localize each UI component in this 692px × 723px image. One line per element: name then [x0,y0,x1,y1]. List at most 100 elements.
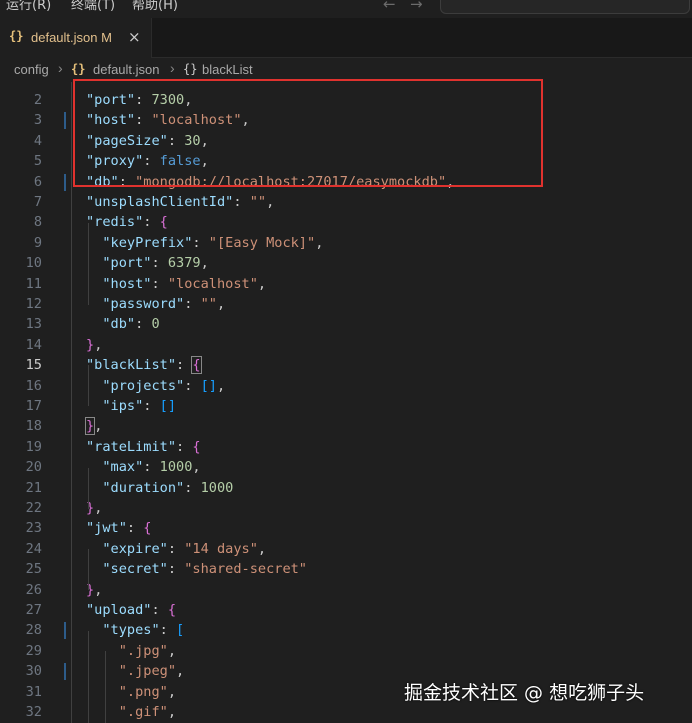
code-line: 28 "types": [ [0,620,692,640]
code-text: "jwt": { [86,520,152,537]
breadcrumb-default-json[interactable]: default.json [93,62,160,77]
indent-guide [88,468,89,509]
line-number: 28 [25,622,42,639]
code-text: "duration": 1000 [102,479,234,496]
tab-default-json[interactable]: {} default.json M × [0,18,152,58]
line-number: 13 [25,316,42,333]
code-line: 13 "db": 0 [0,314,692,334]
json-file-icon: {} [71,62,86,76]
code-line: 17 "ips": [] [0,396,692,416]
code-line: 7 "unsplashClientId": "", [0,192,692,212]
line-number: 11 [25,275,42,292]
code-text: "db": 0 [102,316,160,333]
editor-tab-bar: {} default.json M × [0,18,692,58]
code-line: 29 ".jpg", [0,641,692,661]
json-file-icon: {} [9,29,24,43]
code-text: ".jpeg", [118,663,185,680]
line-number: 17 [25,398,42,414]
code-line: 19 "rateLimit": { [0,437,692,457]
line-number: 19 [25,438,42,455]
line-number: 29 [25,642,42,659]
code-line: 32 ".gif", [0,702,692,722]
code-text: "password": "", [102,296,226,312]
line-number: 14 [25,336,42,353]
indent-guide [88,549,89,590]
code-text: ".jpg", [118,642,177,659]
code-text: ".png", [118,683,177,700]
line-number: 7 [33,194,42,210]
line-number: 26 [25,581,42,598]
menu-run[interactable]: 运行(R) [6,0,51,13]
code-text: "upload": { [86,602,177,618]
modified-line-marker [64,622,66,640]
code-line: 22}, [0,498,692,518]
indent-guide [88,365,89,406]
code-line: 18}, [0,416,692,436]
code-line: 25 "secret": "shared-secret" [0,559,692,579]
line-number: 22 [25,500,42,516]
menu-help[interactable]: 帮助(H) [132,0,178,13]
line-number: 9 [33,234,42,251]
breadcrumb-config[interactable]: config [14,62,49,77]
line-number: 5 [33,153,42,170]
modified-line-marker [64,112,66,130]
code-text: "max": 1000, [102,459,201,476]
line-number: 2 [33,92,42,108]
indent-guide [88,223,89,305]
menu-bar: 运行(R) 终端(T) 帮助(H) ← → [0,0,692,18]
indent-guide [88,631,89,723]
code-text: "redis": { [86,214,168,231]
command-center-search[interactable] [440,0,690,14]
code-line: 10 "port": 6379, [0,253,692,273]
code-line: 8 "redis": { [0,212,692,232]
back-arrow-icon[interactable]: ← [383,0,396,13]
line-number: 21 [25,479,42,496]
line-number: 31 [25,683,42,700]
line-number: 8 [33,214,42,231]
line-number: 32 [25,704,42,720]
close-icon[interactable]: × [128,28,141,46]
code-text: "port": 6379, [102,255,209,272]
line-number: 6 [33,173,42,190]
annotation-highlight-box [73,79,543,187]
code-text: ".gif", [118,704,177,720]
menu-terminal[interactable]: 终端(T) [71,0,115,13]
modified-line-marker [64,173,66,191]
code-text: "expire": "14 days", [102,540,267,557]
breadcrumb-blacklist[interactable]: blackList [202,62,253,77]
code-text: "keyPrefix": "[Easy Mock]", [102,234,324,251]
code-text: "projects": [], [102,377,226,394]
code-line: 11 "host": "localhost", [0,274,692,294]
line-number: 24 [25,540,42,557]
code-text: }, [86,336,103,353]
code-text: "ips": [] [102,398,177,414]
code-text: "host": "localhost", [102,275,267,292]
chevron-right-icon: › [58,60,63,76]
code-line: 9 "keyPrefix": "[Easy Mock]", [0,233,692,253]
code-text: "secret": "shared-secret" [102,561,307,578]
chevron-right-icon: › [170,60,175,76]
code-line: 12 "password": "", [0,294,692,314]
line-number: 25 [25,561,42,578]
line-number: 23 [25,520,42,537]
line-number: 18 [25,418,42,435]
code-line: 24 "expire": "14 days", [0,539,692,559]
code-line: 26}, [0,580,692,600]
line-number: 3 [33,112,42,129]
line-number: 12 [25,296,42,312]
indent-guide [105,651,106,723]
line-number: 30 [25,663,42,680]
object-icon: {} [183,62,198,76]
indent-guide [71,82,72,723]
line-number: 4 [33,132,42,149]
code-line: 23 "jwt": { [0,518,692,538]
line-number: 20 [25,459,42,476]
code-line: 14}, [0,335,692,355]
line-number: 15 [25,357,42,374]
line-number: 16 [25,377,42,394]
forward-arrow-icon[interactable]: → [410,0,423,13]
code-text: "blackList": { [86,356,202,375]
tab-label: default.json M [31,30,112,45]
code-line: 20 "max": 1000, [0,457,692,477]
code-text: "rateLimit": { [86,438,201,455]
